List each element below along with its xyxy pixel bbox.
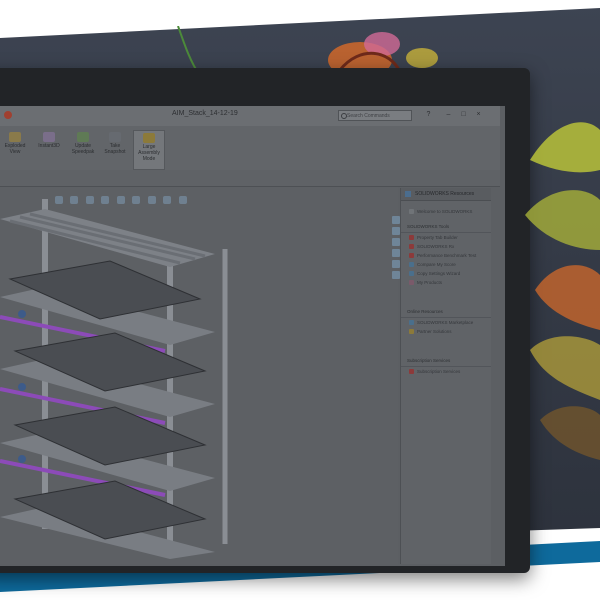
instant3d-icon: [43, 132, 55, 142]
minimize-icon[interactable]: –: [445, 111, 452, 118]
online-item[interactable]: Partner Solutions: [401, 327, 491, 336]
photo-scene: AIM_Stack_14-12-19 Search Commands ? – □…: [0, 0, 600, 600]
app-logo-icon: [4, 111, 12, 119]
appearances-tab-icon[interactable]: [392, 260, 400, 268]
maximize-icon[interactable]: □: [460, 111, 467, 118]
tool-icon: [409, 253, 414, 258]
subscription-section-title[interactable]: Subscription Services: [401, 356, 491, 367]
subscription-icon: [409, 369, 414, 374]
tool-icon: [409, 280, 414, 285]
view-palette-tab-icon[interactable]: [392, 249, 400, 257]
window-title: AIM_Stack_14-12-19: [172, 110, 238, 117]
tools-item-label: Performance Benchmark Test: [417, 253, 477, 258]
titlebar: AIM_Stack_14-12-19 Search Commands ? – □…: [0, 106, 500, 127]
exploded-view-button[interactable]: Exploded View: [0, 130, 30, 168]
tool-icon: [409, 262, 414, 267]
online-icon: [409, 329, 414, 334]
help-icon[interactable]: ?: [425, 111, 432, 118]
tools-item[interactable]: My Products: [401, 278, 491, 287]
welcome-link[interactable]: Welcome to SOLIDWORKS: [401, 207, 491, 216]
update-speedpak-label: Update Speedpak: [71, 143, 95, 155]
graphics-viewport[interactable]: [0, 187, 398, 564]
tools-item-label: SOLIDWORKS Rx: [417, 244, 455, 249]
take-snapshot-label: Take Snapshot: [104, 143, 126, 155]
screen: AIM_Stack_14-12-19 Search Commands ? – □…: [0, 106, 505, 566]
online-item-label: SOLIDWORKS Marketplace: [417, 320, 474, 325]
tools-item-label: Property Tab Builder: [417, 235, 458, 240]
command-tabs: [0, 170, 500, 187]
tools-item[interactable]: Compare My Score: [401, 260, 491, 269]
resources-pane-title: SOLIDWORKS Resources: [415, 191, 475, 197]
subscription-item[interactable]: Subscription Services: [401, 367, 491, 376]
resources-tab-icon[interactable]: [392, 216, 400, 224]
close-icon[interactable]: ×: [475, 111, 482, 118]
large-assembly-mode-label: Large Assembly Mode: [138, 144, 160, 162]
search-icon: [341, 113, 347, 119]
search-placeholder: Search Commands: [347, 113, 390, 119]
instant3d-label: Instant3D: [38, 143, 60, 149]
resources-pane: SOLIDWORKS Resources Welcome to SOLIDWOR…: [400, 188, 491, 564]
large-assembly-mode-button[interactable]: Large Assembly Mode: [133, 130, 165, 170]
online-item[interactable]: SOLIDWORKS Marketplace: [401, 318, 491, 327]
online-item-label: Partner Solutions: [417, 329, 452, 334]
update-speedpak-button[interactable]: Update Speedpak: [68, 130, 98, 168]
tools-item-label: Compare My Score: [417, 262, 456, 267]
tools-item[interactable]: Property Tab Builder: [401, 233, 491, 242]
instant3d-button[interactable]: Instant3D: [34, 130, 64, 168]
home-icon[interactable]: [405, 191, 411, 197]
update-speedpak-icon: [77, 132, 89, 142]
tools-item[interactable]: SOLIDWORKS Rx: [401, 242, 491, 251]
welcome-icon: [409, 209, 414, 214]
exploded-view-icon: [9, 132, 21, 142]
tool-icon: [409, 244, 414, 249]
tools-item-label: Copy Settings Wizard: [417, 271, 461, 276]
online-icon: [409, 320, 414, 325]
tool-icon: [409, 271, 414, 276]
online-section-title[interactable]: Online Resources: [401, 307, 491, 318]
large-assembly-mode-icon: [143, 133, 155, 143]
take-snapshot-button[interactable]: Take Snapshot: [100, 130, 130, 168]
take-snapshot-icon: [109, 132, 121, 142]
tools-item[interactable]: Performance Benchmark Test: [401, 251, 491, 260]
tools-section-title[interactable]: SOLIDWORKS Tools: [401, 222, 491, 233]
custom-properties-tab-icon[interactable]: [392, 271, 400, 279]
rack-model: [0, 199, 228, 559]
tools-item-label: My Products: [417, 280, 443, 285]
resources-pane-header: SOLIDWORKS Resources: [401, 188, 491, 201]
search-commands-input[interactable]: Search Commands: [338, 110, 412, 121]
tools-item[interactable]: Copy Settings Wizard: [401, 269, 491, 278]
plant-right-icon: [525, 122, 600, 460]
tool-icon: [409, 235, 414, 240]
welcome-label: Welcome to SOLIDWORKS: [417, 209, 473, 214]
monitor: AIM_Stack_14-12-19 Search Commands ? – □…: [0, 68, 530, 573]
subscription-item-label: Subscription Services: [417, 369, 461, 374]
command-ribbon: Exploded View Instant3D Update Speedpak …: [0, 126, 500, 171]
design-library-tab-icon[interactable]: [392, 227, 400, 235]
exploded-view-label: Exploded View: [4, 143, 26, 155]
file-explorer-tab-icon[interactable]: [392, 238, 400, 246]
